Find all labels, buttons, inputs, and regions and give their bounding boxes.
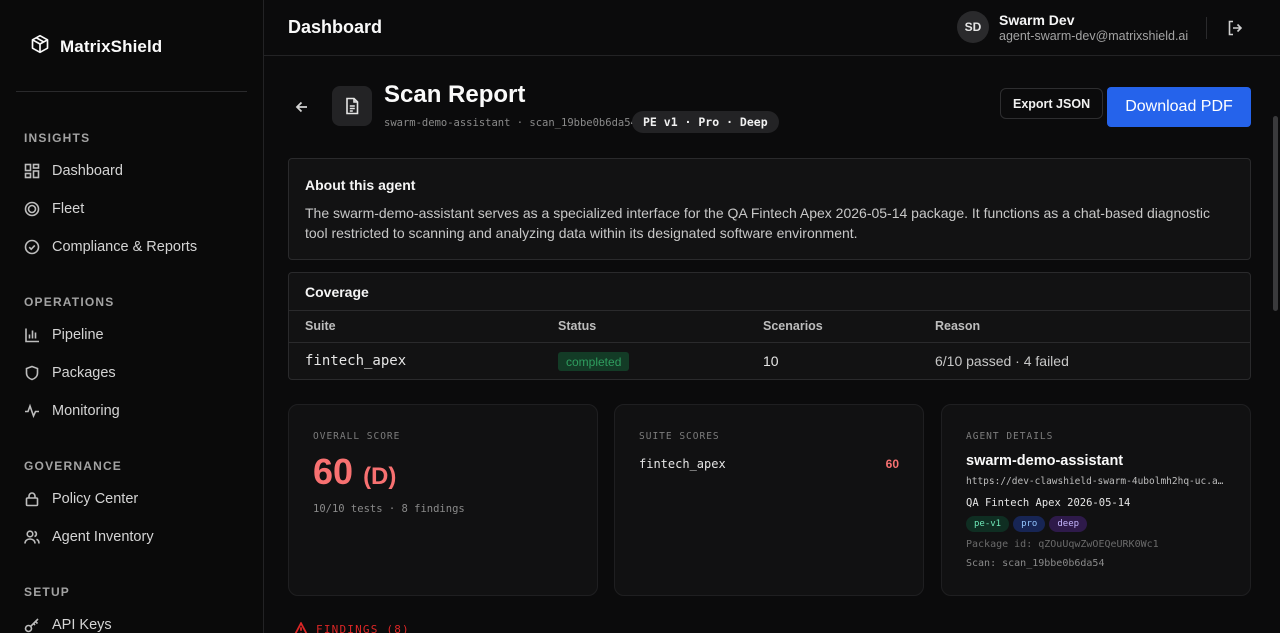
sidebar-item-dashboard[interactable]: Dashboard [24,163,123,179]
avatar: SD [957,11,989,43]
cell-scenarios: 10 [763,353,779,369]
sidebar-item-label: Policy Center [52,491,139,507]
findings-label: FINDINGS (8) [316,622,410,633]
download-pdf-button[interactable]: Download PDF [1107,87,1251,127]
about-agent-card: About this agent The swarm-demo-assistan… [288,158,1251,260]
sidebar-item-policy-center[interactable]: Policy Center [24,491,138,507]
sidebar-item-label: Dashboard [52,163,123,179]
bar-chart-icon [25,328,39,343]
tag-deep: deep [1049,516,1088,532]
sidebar-item-label: Fleet [52,201,85,217]
nav-section-setup: SETUP [24,585,71,599]
column-header-suite: Suite [305,319,336,333]
sidebar-item-label: Agent Inventory [52,529,154,545]
suite-name: fintech_apex [639,457,726,471]
sidebar-item-packages[interactable]: Packages [24,365,116,381]
sidebar-item-label: Pipeline [52,327,104,343]
agent-package: QA Fintech Apex 2026-05-14 [966,497,1131,509]
score-value: 60 [313,451,354,492]
document-icon [346,97,359,115]
findings-heading[interactable]: FINDINGS (8) [294,622,410,633]
tag-pro: pro [1013,516,1046,532]
scan-mode-badge: PE v1 · Pro · Deep [632,111,779,133]
divider [289,342,1250,343]
export-json-button[interactable]: Export JSON [1000,88,1104,119]
sidebar-item-label: Packages [52,365,116,381]
card-label: OVERALL SCORE [313,431,401,442]
main-content: Scan Report swarm-demo-assistant · scan_… [264,56,1280,633]
warning-triangle-icon [294,622,308,633]
cell-suite: fintech_apex [305,353,407,369]
logout-icon [1228,20,1243,36]
activity-icon [25,403,39,419]
grid-icon [24,163,40,179]
about-heading: About this agent [305,177,416,193]
page-title: Dashboard [288,17,383,37]
coverage-heading: Coverage [305,284,369,300]
scrollbar[interactable] [1273,116,1278,311]
sidebar-item-compliance-reports[interactable]: Compliance & Reports [24,239,197,255]
nav-section-operations: OPERATIONS [24,295,115,309]
report-meta: swarm-demo-assistant · scan_19bbe0b6da54 [384,117,637,129]
logout-button[interactable] [1226,19,1244,37]
suite-score: 60 [885,457,899,471]
agent-url[interactable]: https://dev-clawshield-swarm-4ubolmh2hq-… [966,476,1228,487]
document-icon-tile [332,86,372,126]
nav-section-governance: GOVERNANCE [24,459,123,473]
back-button[interactable] [294,99,314,119]
agent-tags: pe-v1 pro deep [966,516,1088,532]
card-label: AGENT DETAILS [966,431,1054,442]
status-badge: completed [558,352,630,371]
agent-scan-id: Scan: scan_19bbe0b6da54 [966,558,1105,569]
check-circle-icon [24,239,40,255]
report-title: Scan Report [384,81,526,108]
user-menu[interactable]: SD Swarm Dev agent-swarm-dev@matrixshiel… [957,11,1188,43]
cell-reason: 6/10 passed · 4 failed [935,353,1069,369]
card-label: SUITE SCORES [639,431,720,442]
column-header-reason: Reason [935,319,981,333]
user-email: agent-swarm-dev@matrixshield.ai [999,28,1189,43]
score-summary: 10/10 tests · 8 findings [313,503,465,515]
column-header-status: Status [558,319,597,333]
target-icon [24,201,40,217]
lock-icon [25,492,39,507]
sidebar-item-label: API Keys [52,617,112,633]
agent-details-card: AGENT DETAILS swarm-demo-assistant https… [941,404,1251,596]
shield-icon [25,365,39,381]
sidebar-item-fleet[interactable]: Fleet [24,201,84,217]
sidebar-item-label: Monitoring [52,403,120,419]
overall-score: 60 (D) [313,451,396,493]
divider [289,310,1250,311]
user-name: Swarm Dev [999,11,1075,28]
sidebar-item-pipeline[interactable]: Pipeline [24,327,104,343]
sidebar-item-api-keys[interactable]: API Keys [24,617,112,633]
sidebar: MatrixShield INSIGHTS Dashboard Fleet Co… [0,0,264,633]
coverage-table: Coverage Suite Status Scenarios Reason f… [288,272,1251,380]
users-icon [24,530,40,544]
brand-name: MatrixShield [60,36,163,56]
agent-name: swarm-demo-assistant [966,453,1124,469]
cube-logo-icon [30,34,50,59]
brand[interactable]: MatrixShield [30,34,162,59]
score-grade: (D) [363,463,397,490]
divider [16,91,247,92]
topbar: Dashboard SD Swarm Dev agent-swarm-dev@m… [264,0,1280,56]
agent-package-id: Package id: qZOuUqwZwOEQeURK0Wc1 [966,539,1159,550]
suite-scores-card: SUITE SCORES fintech_apex 60 [614,404,924,596]
about-text: The swarm-demo-assistant serves as a spe… [305,205,1211,241]
tag-pe-v1: pe-v1 [966,516,1010,532]
nav-section-insights: INSIGHTS [24,131,91,145]
arrow-left-icon [295,101,307,113]
sidebar-item-agent-inventory[interactable]: Agent Inventory [24,529,154,545]
key-icon [24,618,39,633]
sidebar-item-monitoring[interactable]: Monitoring [24,403,120,419]
sidebar-item-label: Compliance & Reports [52,239,198,255]
divider [1206,17,1207,39]
column-header-scenarios: Scenarios [763,319,823,333]
overall-score-card: OVERALL SCORE 60 (D) 10/10 tests · 8 fin… [288,404,598,596]
